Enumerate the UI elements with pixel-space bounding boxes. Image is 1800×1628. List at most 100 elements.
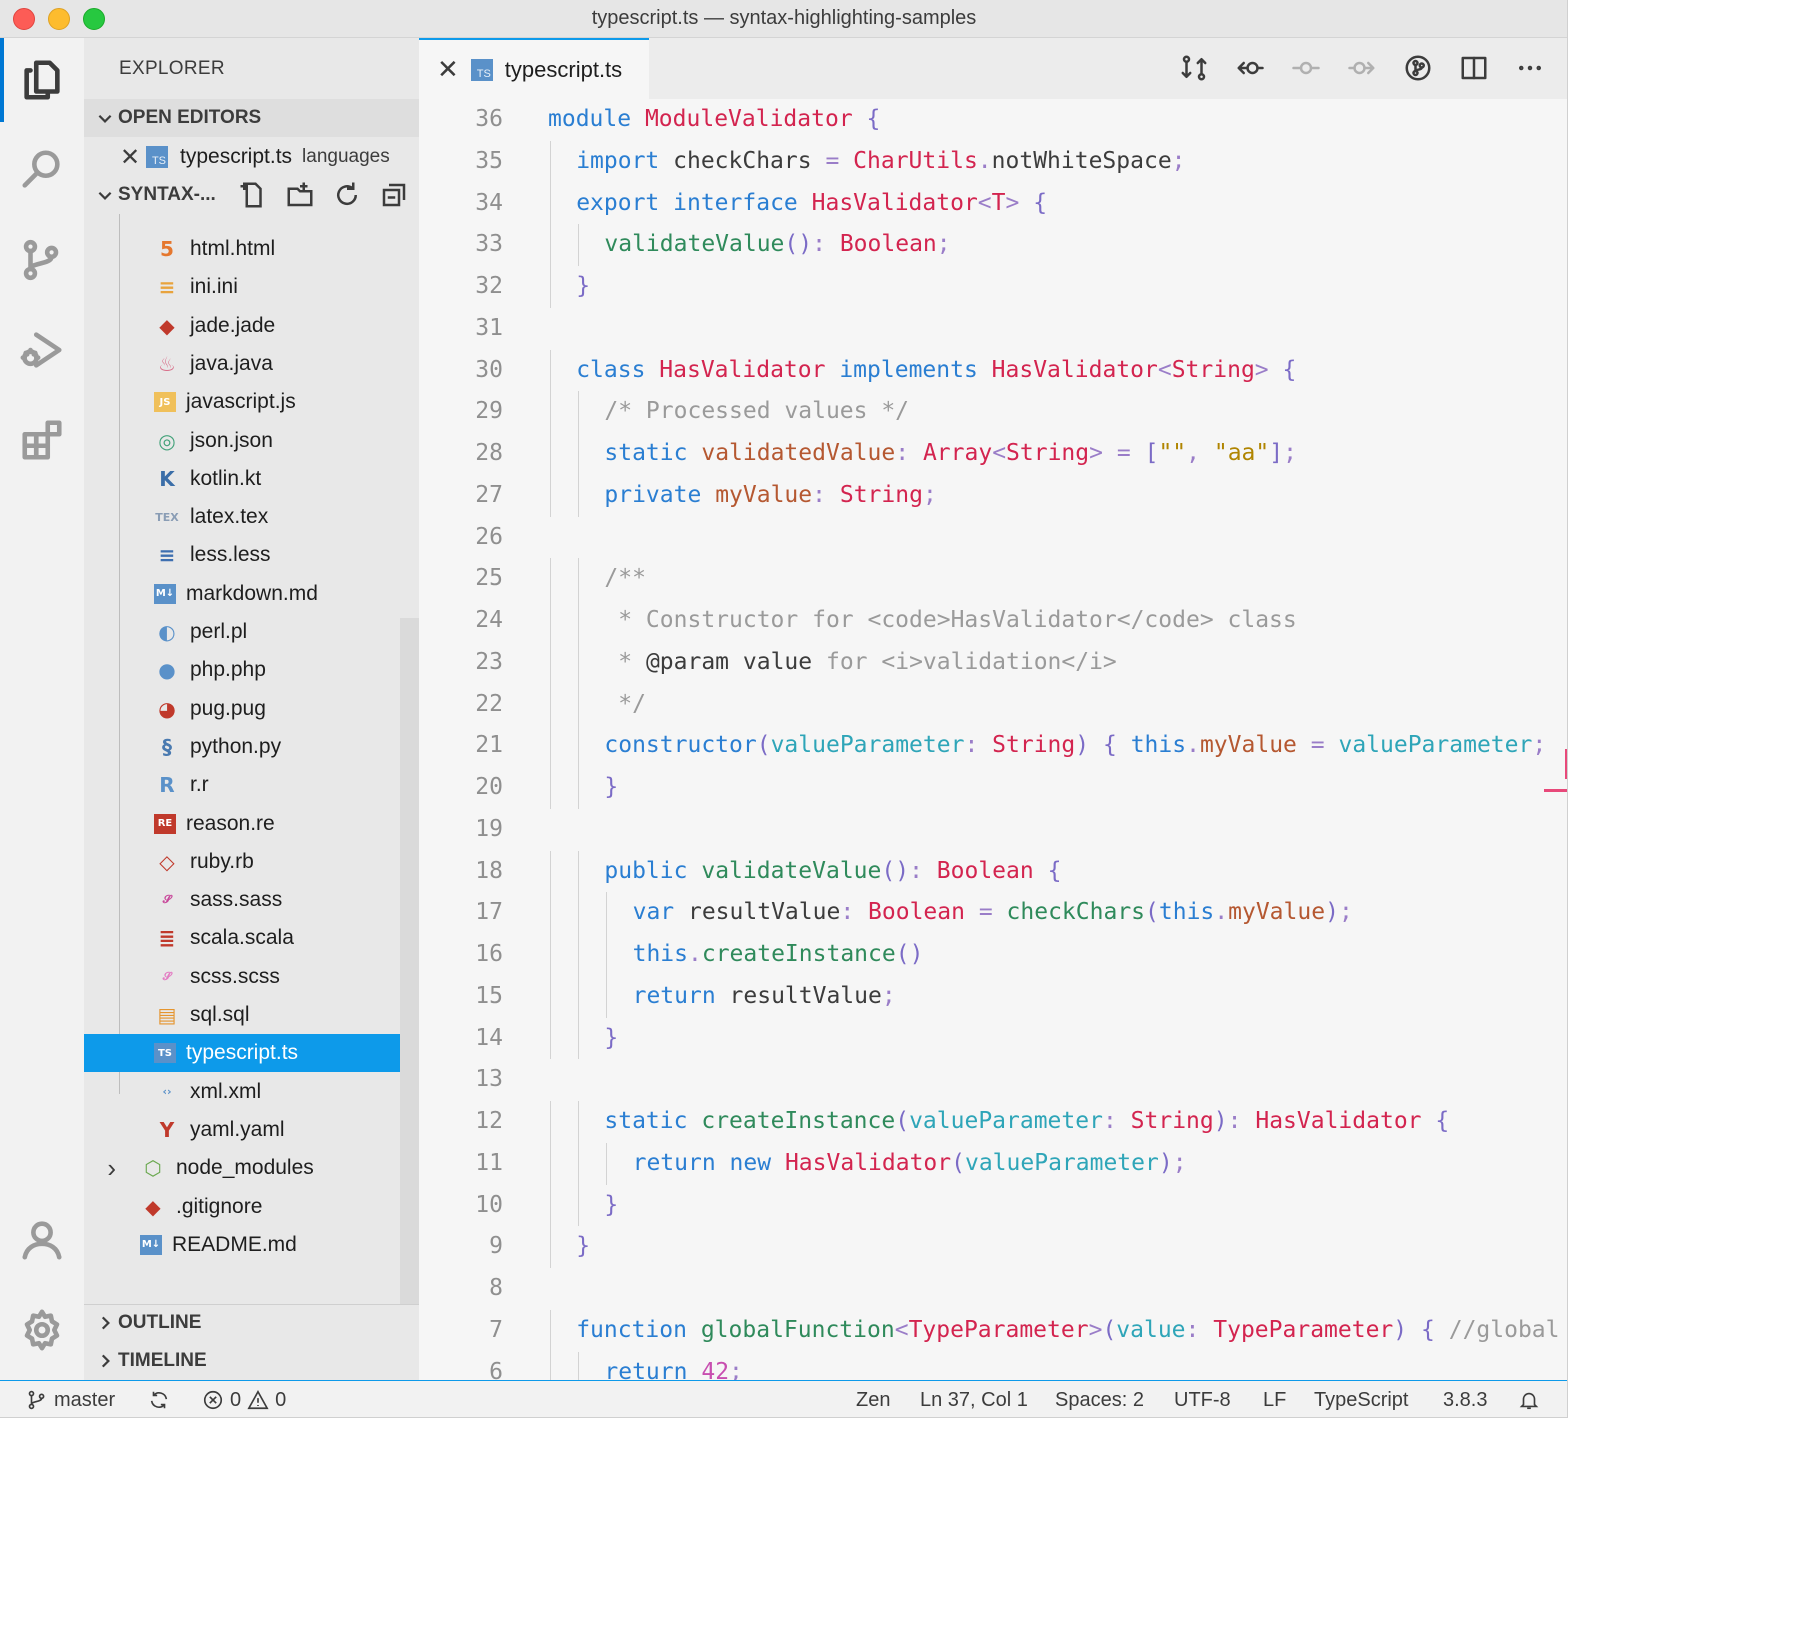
tree-item-yaml-yaml[interactable]: Yyaml.yaml <box>84 1111 419 1149</box>
code-line: 31 <box>419 308 1567 350</box>
extensions-icon[interactable] <box>0 398 84 482</box>
tree-item-json-json[interactable]: ◎ json.json <box>84 422 419 460</box>
end-of-line[interactable]: LF <box>1263 1381 1286 1417</box>
explorer-icon[interactable] <box>0 38 84 122</box>
code-token: , <box>1186 440 1200 466</box>
open-editors-header[interactable]: OPEN EDITORS <box>84 99 419 137</box>
indent-guide <box>578 600 580 642</box>
code-token: class <box>576 356 646 383</box>
tree-item-python-py[interactable]: § python.py <box>84 728 419 766</box>
chevron-right-icon[interactable]: › <box>84 1153 116 1184</box>
tree-item-typescript-ts[interactable]: TS typescript.ts <box>84 1034 419 1073</box>
code-editor[interactable]: 36 module ModuleValidator {35 import check… <box>419 99 1567 1380</box>
tree-item-node_modules[interactable]: › ⬡ node_modules <box>84 1149 419 1187</box>
tree-item-php-php[interactable]: ● php.php <box>84 651 419 689</box>
tree-item-gitignore[interactable]: ◆ .gitignore <box>84 1188 419 1226</box>
tree-item-reason-re[interactable]: RE reason.re <box>84 805 419 843</box>
tree-item-latex-tex[interactable]: TEX latex.tex <box>84 498 419 536</box>
sync-button[interactable] <box>148 1381 170 1417</box>
indent-guide <box>578 1142 580 1185</box>
tree-item-scala-scala[interactable]: ≣ scala.scala <box>84 919 419 957</box>
previous-change-icon[interactable] <box>1232 52 1268 84</box>
tree-item-label: less.less <box>190 543 271 567</box>
tree-item-scss-scss[interactable]: 𝓢scss.scss <box>84 958 419 996</box>
next-change-icon[interactable] <box>1344 52 1380 84</box>
code-token: public <box>604 857 688 884</box>
tab-typescript[interactable]: ✕ TS typescript.ts <box>419 38 649 99</box>
tree-item-kotlin-kt[interactable]: Kkotlin.kt <box>84 460 419 498</box>
problems-indicator[interactable]: 0 0 <box>202 1381 286 1417</box>
source-control-icon[interactable] <box>0 218 84 302</box>
tree-item-ruby-rb[interactable]: ◇ ruby.rb <box>84 843 419 881</box>
line-number: 23 <box>475 648 503 675</box>
tree-item-jade-jade[interactable]: ◆ jade.jade <box>84 307 419 345</box>
new-file-icon[interactable] <box>238 180 268 210</box>
tree-item-less-less[interactable]: ≡ less.less <box>84 536 419 574</box>
cursor-position[interactable]: Ln 37, Col 1 <box>920 1381 1028 1417</box>
tree-item-markdown-md[interactable]: M↓ markdown.md <box>84 575 419 613</box>
close-icon[interactable]: ✕ <box>120 143 140 172</box>
tree-item-README-md[interactable]: M↓ README.md <box>84 1226 419 1264</box>
branch-name: master <box>54 1388 116 1411</box>
text-cursor <box>1565 749 1567 779</box>
chevron-right-icon <box>90 1314 120 1332</box>
tree-item-r-r[interactable]: Rr.r <box>84 766 419 804</box>
refresh-icon[interactable] <box>332 180 362 210</box>
less-icon: ≡ <box>158 543 176 568</box>
tree-item-ini-ini[interactable]: ≡ ini.ini <box>84 268 419 306</box>
close-tab-icon[interactable]: ✕ <box>437 54 459 85</box>
tree-item-label: latex.tex <box>190 505 269 529</box>
tree-item-xml-xml[interactable]: ‹› xml.xml <box>84 1073 419 1111</box>
tree-item-javascript-js[interactable]: JS javascript.js <box>84 383 419 421</box>
code-token: ( <box>951 1149 965 1176</box>
split-editor-icon[interactable] <box>1456 52 1492 84</box>
settings-gear-icon[interactable] <box>0 1288 84 1372</box>
code-line: 33 validateValue(): Boolean; <box>419 224 1567 266</box>
search-icon[interactable] <box>0 128 84 212</box>
indent-guide <box>578 850 580 893</box>
indent-guide <box>550 266 551 308</box>
code-token: /** <box>604 565 646 592</box>
typescript-version[interactable]: 3.8.3 <box>1443 1381 1487 1417</box>
code-token: } <box>604 1024 619 1051</box>
open-editor-item[interactable]: ✕ TS typescript.ts languages <box>84 138 419 176</box>
line-number: 12 <box>475 1108 503 1134</box>
code-content: constructor(valueParameter: String) { th… <box>604 725 1546 767</box>
encoding[interactable]: UTF-8 <box>1174 1381 1231 1417</box>
code-token: < <box>1157 356 1172 383</box>
sidebar-scrollbar[interactable] <box>400 618 419 1308</box>
commit-icon[interactable] <box>1288 52 1324 84</box>
outline-header[interactable]: OUTLINE <box>84 1304 419 1342</box>
tree-item-perl-pl[interactable]: ◐ perl.pl <box>84 613 419 651</box>
code-token: ; <box>936 231 951 258</box>
line-number: 13 <box>475 1066 503 1093</box>
tree-item-java-java[interactable]: ♨ java.java <box>84 345 419 383</box>
code-token: constructor <box>604 732 757 759</box>
tree-item-html-html[interactable]: 5 html.html <box>84 230 419 268</box>
tree-item-sass-sass[interactable]: 𝓢sass.sass <box>84 881 419 919</box>
tree-item-sql-sql[interactable]: ▤ sql.sql <box>84 996 419 1034</box>
collapse-all-icon[interactable] <box>379 180 409 210</box>
account-icon[interactable] <box>0 1198 84 1282</box>
indentation[interactable]: Spaces: 2 <box>1055 1381 1144 1417</box>
timeline-header[interactable]: TIMELINE <box>84 1342 419 1380</box>
chevron-right-icon <box>90 1352 120 1370</box>
workspace-folder-header[interactable]: SYNTAX-... <box>84 176 419 214</box>
branch-indicator[interactable]: master <box>26 1381 116 1417</box>
git-graph-icon[interactable] <box>1400 52 1436 84</box>
new-folder-icon[interactable] <box>285 180 315 210</box>
zen-mode-item[interactable]: Zen <box>856 1381 890 1417</box>
run-debug-icon[interactable] <box>0 308 84 392</box>
notifications-button[interactable] <box>1518 1381 1540 1417</box>
tree-item-pug-pug[interactable]: ◕ pug.pug <box>84 690 419 728</box>
compare-changes-icon[interactable] <box>1176 52 1212 84</box>
more-actions-icon[interactable] <box>1512 52 1548 84</box>
tree-item-label: yaml.yaml <box>190 1117 285 1141</box>
language-mode[interactable]: TypeScript <box>1314 1381 1408 1417</box>
code-token: = <box>978 899 993 926</box>
